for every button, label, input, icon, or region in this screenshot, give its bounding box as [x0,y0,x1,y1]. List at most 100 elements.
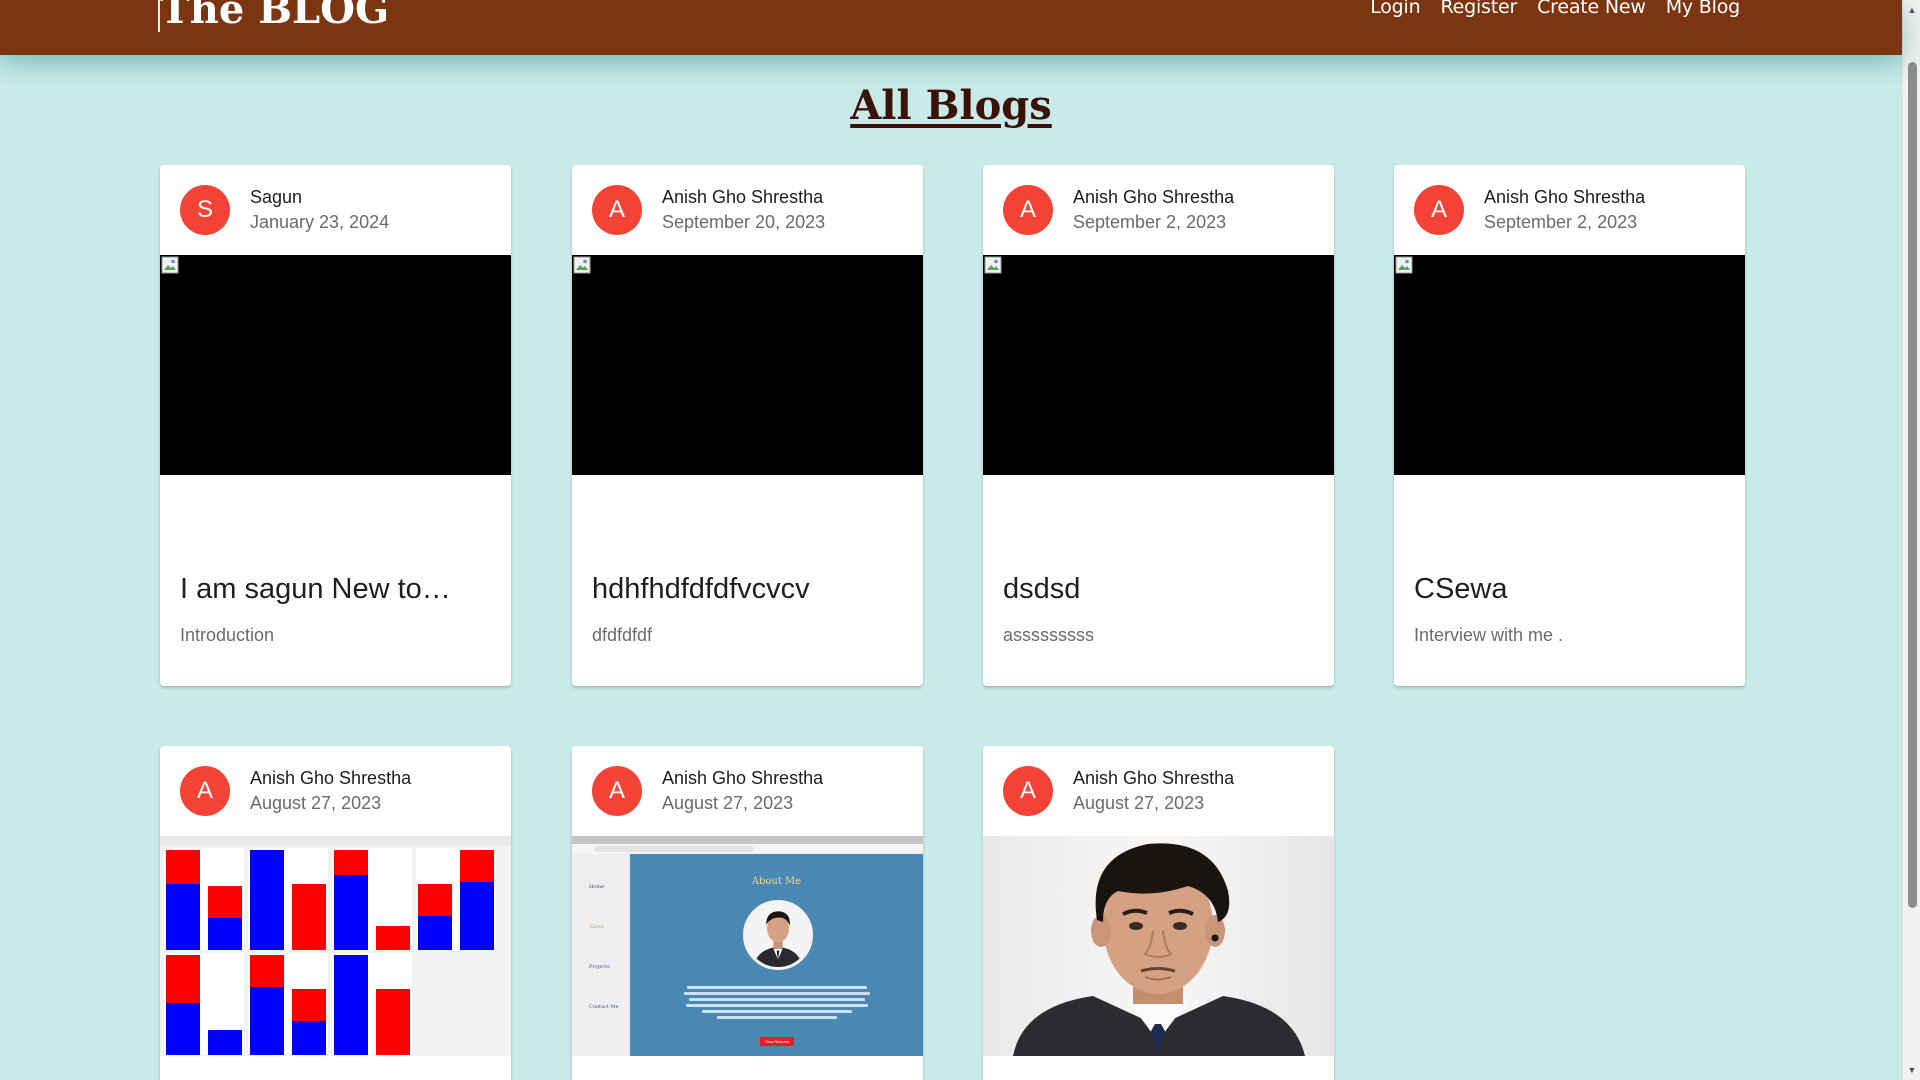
blog-card[interactable]: A Anish Gho Shrestha August 27, 2023 Hom… [572,746,923,1080]
text-line [687,986,867,989]
screenshot-paragraph [682,986,872,1022]
chart-bar [334,875,368,950]
page-scrollbar[interactable]: ▲ ▼ [1902,0,1920,1080]
author-name: Anish Gho Shrestha [1073,187,1235,207]
nav-my-blog-link[interactable]: My Blog [1666,0,1740,18]
chart-bar [334,955,368,1055]
text-line [684,992,870,995]
portrait-photo [983,836,1334,1056]
chart-bar [166,1003,200,1055]
blog-subtitle: dfdfdfdf [592,625,653,645]
chart-panel [164,848,244,950]
blog-card[interactable]: S Sagun January 23, 2024 I am sagun New … [160,165,511,686]
card-header: A Anish Gho Shrestha September 2, 2023 [983,165,1334,255]
blog-title[interactable]: I am sagun New to… [180,573,451,606]
screenshot-address-bar [572,844,923,854]
chart-bar [250,987,284,1055]
post-date: January 23, 2024 [250,212,390,232]
screenshot-sidebar: Home About Projects Contact Me [572,854,630,1056]
blog-title[interactable]: hdhfhdfdfdfvcvcv [592,573,810,606]
screenshot-nav-contact: Contact Me [589,1004,619,1010]
card-header: A Anish Gho Shrestha September 20, 2023 [572,165,923,255]
text-line [717,1016,837,1019]
blog-subtitle: Introduction [180,625,275,645]
author-name: Anish Gho Shrestha [250,768,412,788]
screenshot-tab-bar [572,836,923,844]
chart-panel [332,848,412,950]
avatar: A [180,766,230,816]
screenshot-nav-about: About [589,924,605,930]
avatar: A [1003,766,1053,816]
post-date: September 20, 2023 [662,212,826,232]
chart-bar [376,926,410,950]
broken-image-icon [984,256,1002,274]
broken-image-icon [161,256,179,274]
author-name: Anish Gho Shrestha [662,768,824,788]
scroll-up-arrow-icon[interactable]: ▲ [1903,2,1920,18]
card-image[interactable]: Home About Projects Contact Me About Me [572,836,923,1056]
post-date: September 2, 2023 [1484,212,1638,232]
card-header: A Anish Gho Shrestha August 27, 2023 [572,746,923,836]
card-image[interactable] [983,255,1334,475]
chart-bar [208,1030,242,1055]
screenshot-view-resume-button: View Resume [760,1037,794,1046]
screenshot-toolbar [160,836,511,845]
avatar: A [592,766,642,816]
chart-panel [248,953,328,1055]
nav-create-new-link[interactable]: Create New [1537,0,1646,18]
blog-card[interactable]: A Anish Gho Shrestha August 27, 2023 [983,746,1334,1080]
author-name: Sagun [250,187,303,207]
card-image[interactable] [160,836,511,1056]
avatar: A [1003,185,1053,235]
chart-bar [166,884,200,950]
chart-panel [248,848,328,950]
chart-bar [460,882,494,950]
post-date: September 2, 2023 [1073,212,1227,232]
blog-card[interactable]: A Anish Gho Shrestha September 20, 2023 … [572,165,923,686]
chart-bar [418,916,452,950]
blog-title[interactable]: dsdsd [1003,573,1080,606]
screenshot-heading: About Me [751,876,802,887]
avatar: A [592,185,642,235]
blog-card[interactable]: A Anish Gho Shrestha August 27, 2023 [160,746,511,1080]
card-image[interactable] [1394,255,1745,475]
card-image[interactable] [160,255,511,475]
blog-card[interactable]: A Anish Gho Shrestha September 2, 2023 C… [1394,165,1745,686]
author-name: Anish Gho Shrestha [662,187,824,207]
broken-image-icon [1395,256,1413,274]
blog-title[interactable]: CSewa [1414,573,1508,606]
screenshot-nav-home: Home [589,884,605,890]
broken-image-icon [573,256,591,274]
scroll-down-arrow-icon[interactable]: ▼ [1903,1062,1920,1078]
post-date: August 27, 2023 [1073,793,1205,813]
chart-panel [164,953,244,1055]
blog-subtitle: asssssssss [1003,625,1095,645]
author-name: Anish Gho Shrestha [1073,768,1235,788]
chart-panel [416,848,496,950]
scrollbar-thumb[interactable] [1908,62,1917,908]
text-line [702,1010,852,1013]
nav-register-link[interactable]: Register [1440,0,1517,18]
chart-bar [208,918,242,950]
navbar: The BLOG Login Register Create New My Bl… [0,0,1902,55]
nav-login-link[interactable]: Login [1370,0,1420,18]
blog-card[interactable]: A Anish Gho Shrestha September 2, 2023 d… [983,165,1334,686]
page: The BLOG Login Register Create New My Bl… [0,0,1920,1080]
brand-logo[interactable]: The BLOG [160,0,389,33]
card-header: A Anish Gho Shrestha August 27, 2023 [983,746,1334,836]
avatar: S [180,185,230,235]
card-image[interactable] [572,255,923,475]
chart-panel [332,953,412,1055]
post-date: August 27, 2023 [250,793,382,813]
card-image[interactable] [983,836,1334,1056]
chart-bar [376,989,410,1055]
chart-bar [292,884,326,950]
screenshot-nav-projects: Projects [589,964,610,970]
card-header: S Sagun January 23, 2024 [160,165,511,255]
post-date: August 27, 2023 [662,793,794,813]
blog-subtitle: Interview with me . [1414,625,1564,645]
card-header: A Anish Gho Shrestha September 2, 2023 [1394,165,1745,255]
author-name: Anish Gho Shrestha [1484,187,1646,207]
screenshot-profile-photo [743,900,813,970]
chart-bar [292,1021,326,1055]
